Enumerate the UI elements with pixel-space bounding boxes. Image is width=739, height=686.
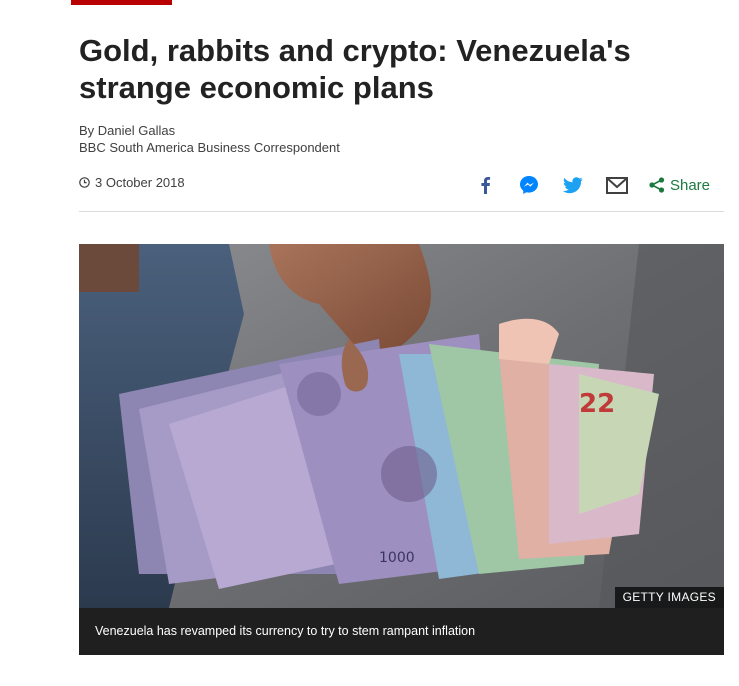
- article-headline: Gold, rabbits and crypto: Venezuela's st…: [79, 33, 631, 105]
- messenger-icon[interactable]: [517, 173, 541, 197]
- byline: By Daniel Gallas BBC South America Busin…: [79, 122, 340, 156]
- svg-text:1000: 1000: [379, 550, 415, 566]
- publish-date: 3 October 2018: [79, 175, 185, 190]
- publish-date-text: 3 October 2018: [95, 175, 185, 190]
- image-caption: Venezuela has revamped its currency to t…: [79, 608, 724, 655]
- article-meta-row: 3 October 2018 Share: [79, 170, 724, 200]
- twitter-icon[interactable]: [561, 173, 585, 197]
- share-button[interactable]: Share: [649, 177, 710, 194]
- author-role: BBC South America Business Correspondent: [79, 140, 340, 155]
- share-tools: Share: [453, 170, 710, 200]
- banknotes-photo: 22 1000: [79, 244, 724, 608]
- facebook-icon[interactable]: [473, 173, 497, 197]
- clock-icon: [79, 177, 90, 188]
- share-icon: [649, 177, 665, 193]
- image-credit: GETTY IMAGES: [614, 587, 724, 608]
- section-accent-bar: [71, 0, 172, 5]
- author-name: By Daniel Gallas: [79, 123, 176, 138]
- meta-divider: [79, 211, 724, 212]
- share-label: Share: [669, 176, 710, 194]
- lead-image-figure: 22 1000 GETTY IMAGES Venezuela has revam…: [79, 244, 724, 655]
- email-icon[interactable]: [605, 173, 629, 197]
- svg-text:22: 22: [579, 389, 615, 419]
